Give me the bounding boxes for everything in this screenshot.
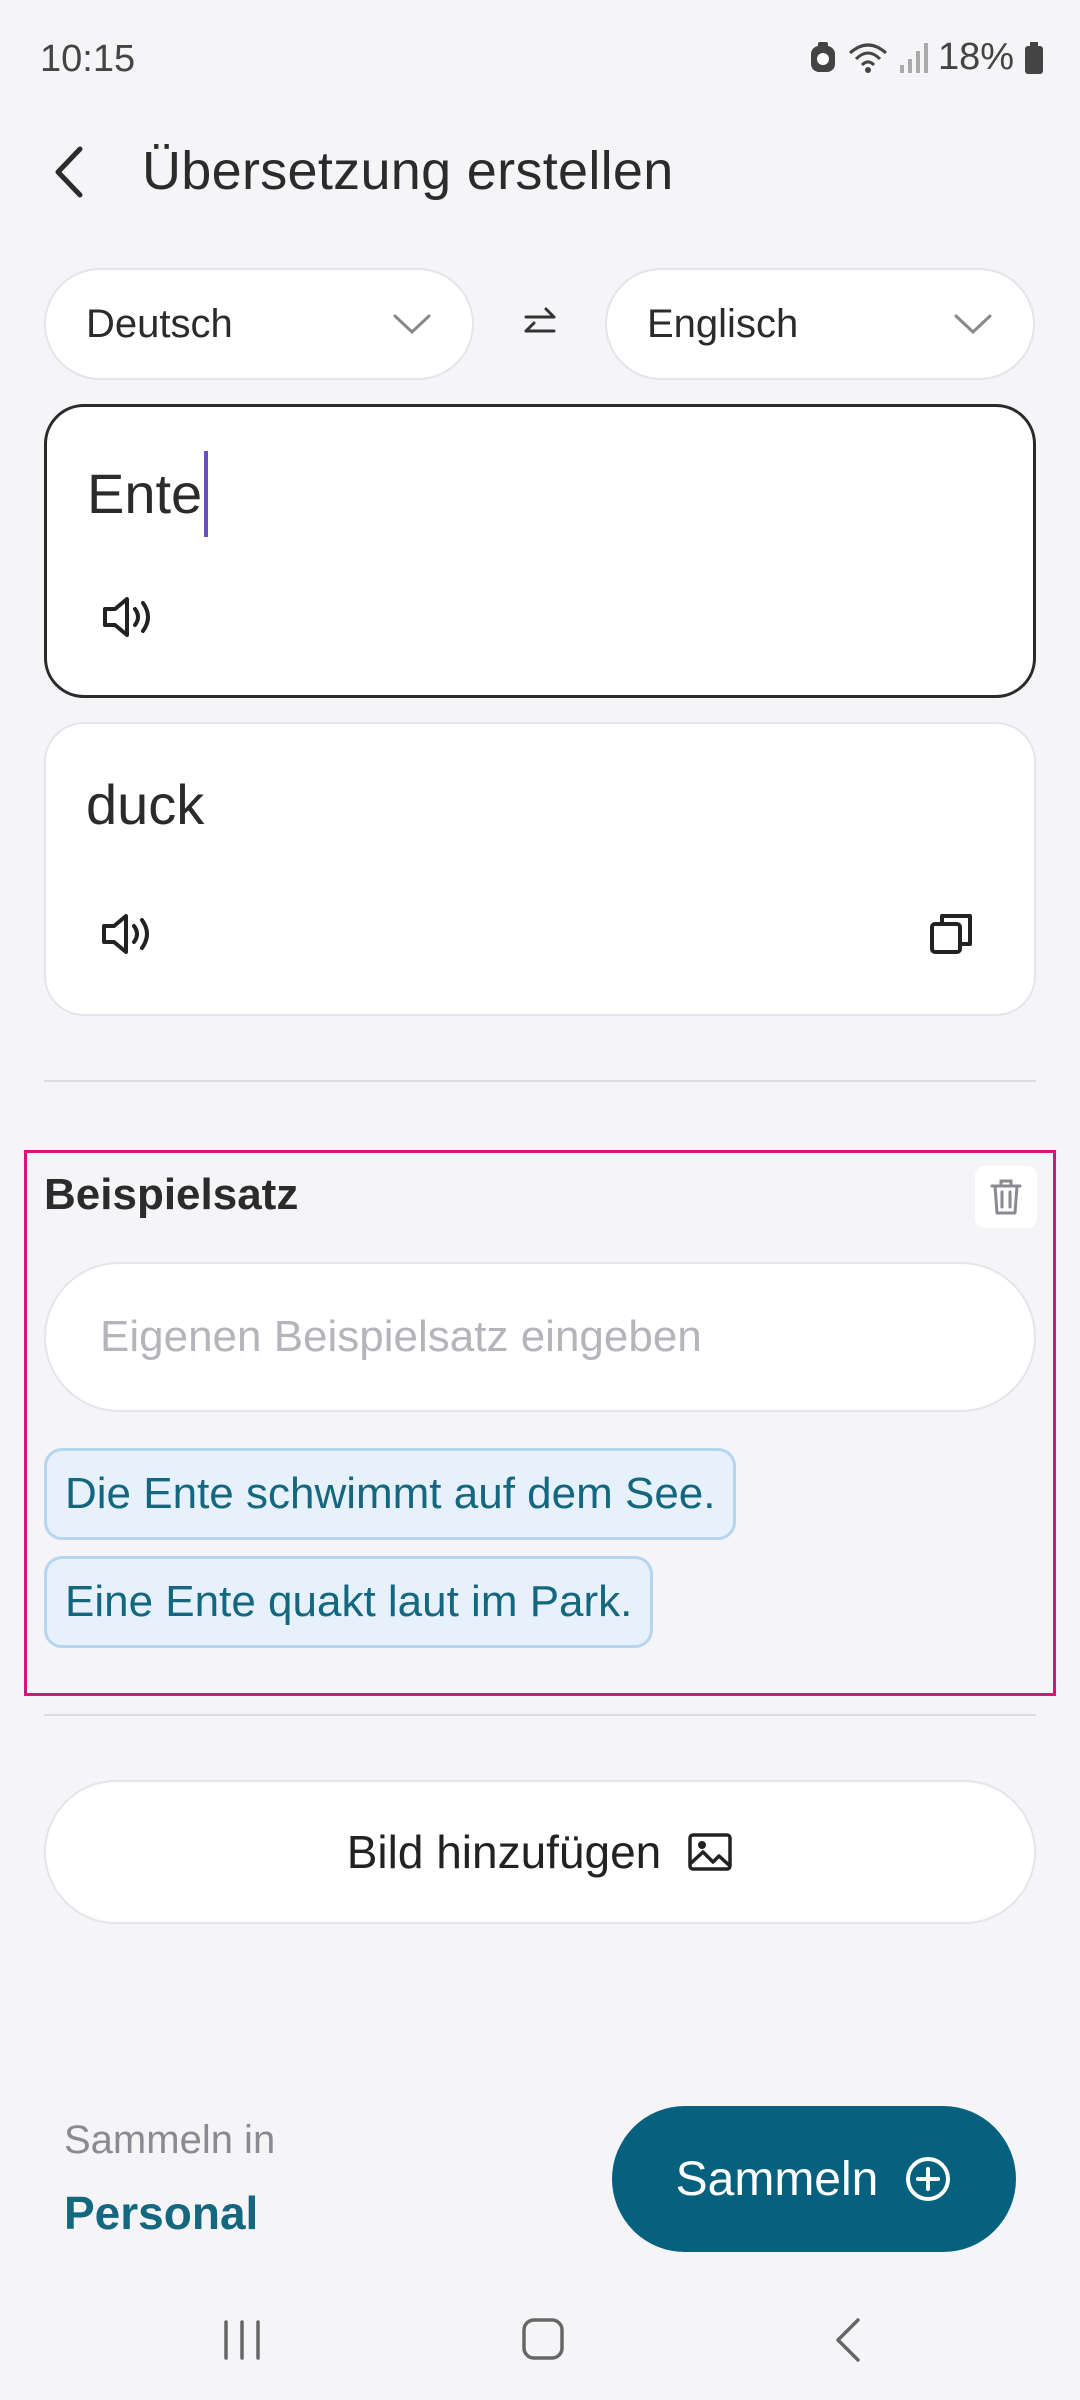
status-icons: 18% <box>808 36 1044 79</box>
chevron-left-icon <box>55 146 83 198</box>
collect-in-caption: Sammeln in <box>64 2118 276 2162</box>
translation-text: duck <box>86 773 205 836</box>
translation-speak-button[interactable] <box>98 904 158 964</box>
example-section-title: Beispielsatz <box>44 1170 299 1219</box>
nav-back-button[interactable] <box>830 2316 864 2369</box>
nav-home-button[interactable] <box>520 2316 566 2367</box>
copy-button[interactable] <box>922 904 982 964</box>
target-language-select[interactable]: Englisch <box>605 268 1035 380</box>
source-text-card[interactable]: Ente <box>44 404 1036 698</box>
add-circle-icon <box>906 2157 951 2201</box>
delete-example-button[interactable] <box>975 1166 1037 1228</box>
source-language-label: Deutsch <box>86 301 233 346</box>
source-text-input[interactable]: Ente <box>87 451 209 541</box>
speaker-icon <box>102 914 149 954</box>
divider <box>44 1080 1036 1082</box>
back-icon <box>836 2318 860 2362</box>
back-button[interactable] <box>40 140 96 204</box>
alarm-icon <box>808 40 838 76</box>
example-suggestion-chip[interactable]: Die Ente schwimmt auf dem See. <box>44 1448 737 1540</box>
target-language-label: Englisch <box>647 301 799 346</box>
collect-button[interactable]: Sammeln <box>612 2106 1016 2252</box>
swap-icon <box>524 307 556 333</box>
page-title: Übersetzung erstellen <box>142 141 674 201</box>
nav-recents-button[interactable] <box>220 2320 264 2365</box>
speaker-icon <box>103 597 150 637</box>
image-icon <box>688 1833 733 1871</box>
collect-button-label: Sammeln <box>675 2152 879 2206</box>
chevron-down-icon <box>393 314 431 335</box>
status-time: 10:15 <box>40 38 136 80</box>
collection-selector[interactable]: Personal <box>64 2186 258 2240</box>
add-image-label: Bild hinzufügen <box>346 1826 662 1878</box>
source-text: Ente <box>87 461 203 525</box>
source-language-select[interactable]: Deutsch <box>44 268 474 380</box>
example-suggestion-chip[interactable]: Eine Ente quakt laut im Park. <box>44 1556 654 1648</box>
battery-percent: 18% <box>937 36 1014 78</box>
text-caret <box>204 451 209 537</box>
divider <box>44 1714 1036 1716</box>
copy-icon <box>930 914 972 954</box>
home-icon <box>522 2318 564 2360</box>
source-speak-button[interactable] <box>99 587 159 647</box>
trash-icon <box>990 1179 1022 1215</box>
swap-languages-button[interactable] <box>510 296 570 352</box>
chevron-down-icon <box>954 314 992 335</box>
translation-card: duck <box>44 722 1036 1016</box>
battery-icon <box>1024 41 1044 75</box>
wifi-icon <box>848 41 888 75</box>
signal-icon <box>898 41 928 75</box>
example-sentence-input[interactable]: Eigenen Beispielsatz eingeben <box>44 1262 1036 1412</box>
recents-icon <box>224 2320 260 2360</box>
add-image-button[interactable]: Bild hinzufügen <box>44 1780 1036 1924</box>
